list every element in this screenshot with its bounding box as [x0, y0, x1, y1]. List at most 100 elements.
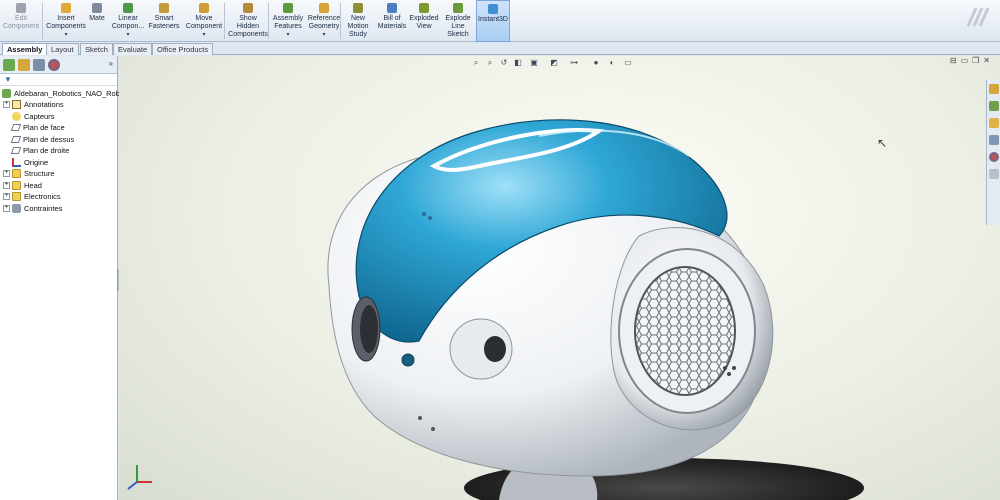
tab-layout[interactable]: Layout [46, 43, 79, 55]
dropdown-arrow-icon[interactable]: ▾ [202, 31, 205, 39]
show-hidden-icon [242, 2, 254, 14]
expand-panel-icon[interactable]: » [109, 59, 113, 68]
linear-pattern-icon [122, 2, 134, 14]
property-manager-tab-icon[interactable] [18, 59, 30, 71]
edit-component-button[interactable]: Edit Component [2, 0, 40, 42]
new-motion-study-label: New Motion Study [347, 15, 369, 38]
robot-head-model[interactable] [119, 56, 1000, 500]
appearances-icon[interactable] [988, 152, 999, 162]
tree-item-electronics[interactable]: + Electronics [3, 191, 61, 202]
custom-properties-icon[interactable] [988, 169, 999, 179]
tree-filter[interactable]: ▼ [0, 74, 117, 86]
mate-icon [91, 2, 103, 14]
mouse-pointer-icon: ↖ [877, 136, 888, 150]
folder-icon [12, 192, 21, 201]
new-motion-study-button[interactable]: New Motion Study [344, 0, 372, 42]
feature-manager-panel: » ▼ Aldebaran_Robotics_NAO_Rob + Annotatio… [0, 56, 120, 500]
tree-item-origine[interactable]: Origine [3, 157, 48, 168]
ribbon-separator [340, 3, 341, 39]
tree-item-label: Origine [24, 157, 49, 167]
tree-item-label: Plan de dessus [23, 134, 75, 144]
design-library-icon[interactable] [988, 101, 999, 111]
assembly-features-button[interactable]: Assembly Features ▾ [272, 0, 304, 42]
tree-item-head[interactable]: + Head [3, 180, 42, 191]
graphics-viewport[interactable]: ⌕ ⌕ ↺ ◧ ▣ ◩ ⊶ ● ◐ ▭ ⊟ ▭ ❐ ✕ ↖ [119, 56, 1000, 500]
solidworks-logo-icon [966, 7, 990, 27]
filter-icon[interactable]: ▼ [4, 75, 12, 84]
tree-item-plan-de-dessus[interactable]: Plan de dessus [3, 134, 74, 145]
file-explorer-icon[interactable] [988, 118, 999, 128]
dropdown-arrow-icon[interactable]: ▾ [64, 31, 67, 39]
tab-sketch[interactable]: Sketch [80, 43, 113, 55]
tree-item-plan-de-droite[interactable]: Plan de droite [3, 145, 69, 156]
feature-tree-tab-icon[interactable] [3, 59, 15, 71]
mate-button[interactable]: Mate [88, 0, 106, 42]
expand-toggle-icon[interactable]: + [3, 181, 10, 189]
tree-root-label: Aldebaran_Robotics_NAO_Rob [14, 89, 120, 98]
smart-fasteners-label: Smart Fasteners [148, 15, 180, 30]
tree-item-label: Plan de face [23, 123, 65, 132]
instant3d-button[interactable]: Instant3D [476, 0, 510, 42]
tree-item-label: Capteurs [24, 111, 55, 121]
configuration-manager-tab-icon[interactable] [33, 59, 45, 71]
annotations-icon [12, 100, 21, 109]
tab-assembly[interactable]: Assembly [2, 43, 48, 55]
motion-study-icon [352, 2, 364, 14]
edit-component-icon [15, 2, 27, 14]
folder-icon [12, 169, 21, 178]
ribbon-separator [42, 3, 43, 39]
tree-item-contraintes[interactable]: + Contraintes [3, 203, 62, 214]
mate-label: Mate [89, 15, 105, 22]
dropdown-arrow-icon[interactable]: ▾ [322, 31, 325, 39]
task-pane [986, 80, 1000, 225]
resources-icon[interactable] [988, 84, 999, 94]
tree-item-structure[interactable]: + Structure [3, 168, 54, 179]
expand-toggle-icon[interactable]: + [3, 170, 10, 177]
speaker-grille [634, 266, 736, 396]
assembly-features-label: Assembly Features [272, 15, 304, 30]
explode-line-sketch-label: Explode Line Sketch [445, 15, 471, 38]
instant3d-label: Instant3D [478, 16, 508, 23]
expand-toggle-icon[interactable]: + [3, 193, 10, 200]
insert-components-button[interactable]: Insert Components ▾ [46, 0, 86, 42]
smart-fasteners-icon [158, 2, 170, 14]
smart-fasteners-button[interactable]: Smart Fasteners [148, 0, 180, 42]
show-hidden-button[interactable]: Show Hidden Components [228, 0, 268, 42]
display-manager-tab-icon[interactable] [48, 59, 60, 71]
linear-component-button[interactable]: Linear Compon... ▾ [112, 0, 144, 42]
dropdown-arrow-icon[interactable]: ▾ [126, 31, 129, 39]
view-palette-icon[interactable] [988, 135, 999, 145]
expand-toggle-icon[interactable]: + [3, 101, 10, 108]
reference-geometry-button[interactable]: Reference Geometry ▾ [306, 0, 342, 42]
tree-item-label: Contraintes [24, 203, 63, 213]
reference-geometry-label: Reference Geometry [307, 15, 341, 30]
plane-icon [10, 135, 22, 143]
tab-office-products[interactable]: Office Products [152, 43, 214, 55]
tree-item-label: Structure [24, 169, 55, 178]
tree-item-plan-de-face[interactable]: Plan de face [3, 122, 65, 133]
exploded-view-button[interactable]: Exploded View [408, 0, 440, 42]
move-component-button[interactable]: Move Component ▾ [184, 0, 224, 42]
assembly-icon [2, 89, 11, 98]
expand-toggle-icon[interactable]: + [3, 204, 10, 212]
insert-components-icon [60, 2, 72, 14]
bom-icon [386, 2, 398, 14]
panel-tabs: » [0, 56, 117, 74]
dropdown-arrow-icon[interactable]: ▾ [286, 31, 289, 39]
exploded-view-icon [418, 2, 430, 14]
explode-line-sketch-button[interactable]: Explode Line Sketch [442, 0, 474, 42]
tree-item-annotations[interactable]: + Annotations [3, 99, 64, 110]
linear-component-label: Linear Compon... [111, 15, 145, 30]
bill-of-materials-label: Bill of Materials [377, 15, 407, 30]
bill-of-materials-button[interactable]: Bill of Materials [378, 0, 406, 42]
tab-evaluate[interactable]: Evaluate [113, 43, 153, 55]
assembly-features-icon [282, 2, 294, 14]
exploded-view-label: Exploded View [409, 15, 439, 30]
cap-hole [401, 353, 415, 367]
insert-components-label: Insert Components [46, 15, 86, 30]
tree-root-assembly[interactable]: Aldebaran_Robotics_NAO_Rob [2, 88, 120, 99]
ribbon-separator [224, 3, 225, 39]
tree-item-capteurs[interactable]: Capteurs [3, 111, 54, 122]
move-component-icon [198, 2, 210, 14]
reference-geometry-icon [318, 2, 330, 14]
